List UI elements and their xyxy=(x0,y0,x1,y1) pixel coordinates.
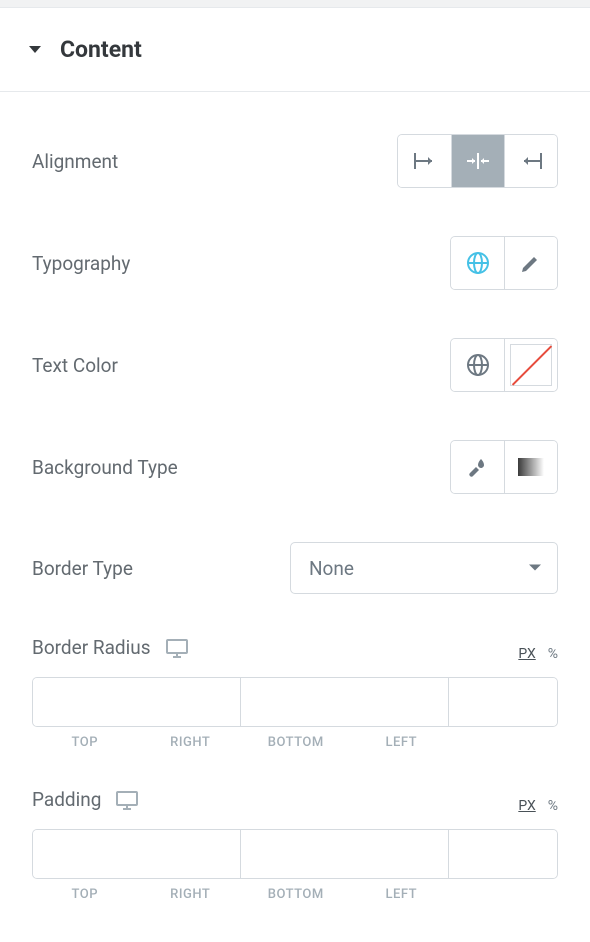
border-radius-right-input[interactable] xyxy=(241,678,449,726)
alignment-row: Alignment xyxy=(32,110,558,212)
border-radius-side-labels: TOP RIGHT BOTTOM LEFT xyxy=(32,735,558,750)
background-type-group xyxy=(450,440,558,494)
padding-top-input[interactable] xyxy=(33,830,241,878)
desktop-icon[interactable] xyxy=(165,638,189,658)
top-separator xyxy=(0,0,590,8)
section-title: Content xyxy=(60,36,142,63)
side-right-label: RIGHT xyxy=(138,887,244,902)
align-center-button[interactable] xyxy=(451,135,504,187)
typography-group xyxy=(450,236,558,290)
border-radius-units: PX % xyxy=(518,646,558,662)
typography-label: Typography xyxy=(32,252,130,275)
border-type-select[interactable]: None xyxy=(290,542,558,594)
side-left-label: LEFT xyxy=(349,735,455,750)
border-radius-header: Border Radius PX % xyxy=(32,636,558,659)
unit-px[interactable]: PX xyxy=(518,798,535,814)
alignment-group xyxy=(397,134,558,188)
background-type-label: Background Type xyxy=(32,456,178,479)
typography-edit-button[interactable] xyxy=(504,237,557,289)
text-color-group xyxy=(450,338,558,392)
padding-section: Padding PX % xyxy=(32,788,558,902)
border-radius-inputs xyxy=(32,677,558,727)
side-right-label: RIGHT xyxy=(138,735,244,750)
unit-px[interactable]: PX xyxy=(518,646,535,662)
border-type-row: Border Type None xyxy=(32,518,558,618)
background-gradient-button[interactable] xyxy=(504,441,557,493)
gradient-icon xyxy=(518,458,544,476)
align-right-button[interactable] xyxy=(504,135,557,187)
border-radius-label: Border Radius xyxy=(32,636,151,659)
padding-inputs xyxy=(32,829,558,879)
background-classic-button[interactable] xyxy=(451,441,504,493)
side-top-label: TOP xyxy=(32,887,138,902)
text-color-global-button[interactable] xyxy=(451,339,504,391)
padding-side-labels: TOP RIGHT BOTTOM LEFT xyxy=(32,887,558,902)
alignment-label: Alignment xyxy=(32,150,118,173)
text-color-row: Text Color xyxy=(32,314,558,416)
border-type-value: None xyxy=(309,557,354,580)
desktop-icon[interactable] xyxy=(115,790,139,810)
padding-label: Padding xyxy=(32,788,101,811)
unit-pct[interactable]: % xyxy=(548,646,558,662)
text-color-label: Text Color xyxy=(32,354,118,377)
padding-right-input[interactable] xyxy=(241,830,449,878)
border-radius-section: Border Radius PX % xyxy=(32,636,558,750)
side-bottom-label: BOTTOM xyxy=(243,735,349,750)
typography-row: Typography xyxy=(32,212,558,314)
side-bottom-label: BOTTOM xyxy=(243,887,349,902)
caret-down-icon xyxy=(28,45,42,55)
content-section-header[interactable]: Content xyxy=(0,8,590,92)
padding-units: PX % xyxy=(518,798,558,814)
border-radius-bottom-input[interactable] xyxy=(449,678,558,726)
border-type-label: Border Type xyxy=(32,557,133,580)
padding-header: Padding PX % xyxy=(32,788,558,811)
align-left-button[interactable] xyxy=(398,135,451,187)
side-left-label: LEFT xyxy=(349,887,455,902)
typography-global-button[interactable] xyxy=(451,237,504,289)
background-type-row: Background Type xyxy=(32,416,558,518)
padding-bottom-input[interactable] xyxy=(449,830,558,878)
unit-pct[interactable]: % xyxy=(548,798,558,814)
side-top-label: TOP xyxy=(32,735,138,750)
panel-body: Alignment xyxy=(0,92,590,942)
no-color-swatch-icon xyxy=(510,344,552,386)
text-color-picker-button[interactable] xyxy=(504,339,557,391)
border-radius-top-input[interactable] xyxy=(33,678,241,726)
